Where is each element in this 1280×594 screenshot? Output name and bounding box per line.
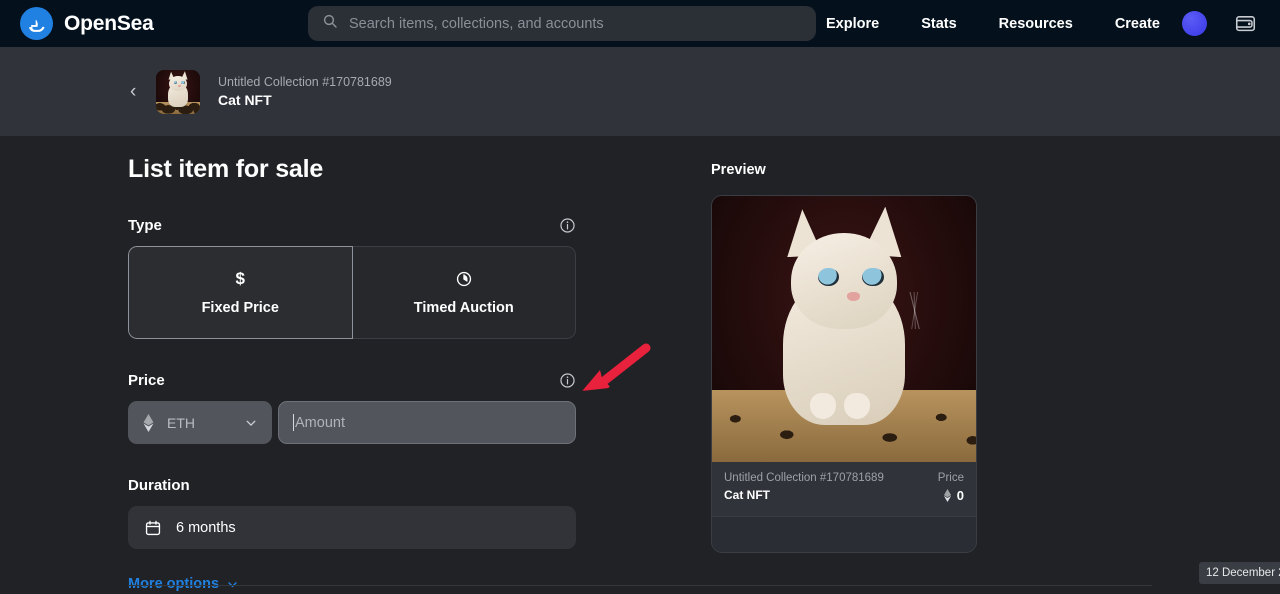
dollar-icon: $ (236, 270, 245, 289)
section-divider (128, 585, 1152, 586)
type-option-timed-auction-label: Timed Auction (414, 300, 514, 316)
currency-value: ETH (167, 415, 232, 431)
info-icon[interactable] (559, 217, 576, 234)
clock-icon (455, 270, 473, 289)
more-options-toggle[interactable]: More options (128, 576, 239, 592)
nav-link-create[interactable]: Create (1115, 16, 1160, 32)
ethereum-icon (142, 414, 155, 432)
preview-card-collection: Untitled Collection #170781689 (724, 472, 884, 484)
preview-card-body: Untitled Collection #170781689 Cat NFT P… (712, 462, 976, 516)
type-option-fixed-price-label: Fixed Price (202, 300, 279, 316)
brand-logo-link[interactable]: OpenSea (20, 7, 154, 40)
calendar-icon (144, 519, 162, 537)
preview-card-name: Cat NFT (724, 488, 884, 502)
duration-value: 6 months (176, 520, 236, 536)
price-label: Price (128, 372, 165, 389)
nav-link-stats[interactable]: Stats (921, 16, 956, 32)
nav-link-explore[interactable]: Explore (826, 16, 879, 32)
chevron-down-icon (226, 578, 239, 591)
currency-selector[interactable]: ETH (128, 401, 272, 444)
preview-card-footer (712, 516, 976, 552)
preview-card-price-label: Price (938, 472, 964, 484)
brand-name: OpenSea (64, 12, 154, 36)
nav-links: Explore Stats Resources Create (826, 0, 1160, 47)
info-icon[interactable] (559, 372, 576, 389)
type-label: Type (128, 217, 162, 234)
duration-field-header: Duration (128, 477, 576, 494)
price-field-header: Price (128, 372, 576, 389)
type-selector: $ Fixed Price Timed Auction (128, 246, 576, 339)
text-caret (293, 414, 294, 431)
chevron-left-icon[interactable]: ‹ (130, 82, 148, 101)
breadcrumb-collection[interactable]: Untitled Collection #170781689 (218, 75, 392, 89)
amount-input[interactable]: Amount (278, 401, 576, 444)
type-option-timed-auction[interactable]: Timed Auction (353, 246, 577, 339)
breadcrumb: ‹ Untitled Collection #170781689 Cat NFT (0, 47, 1280, 136)
red-arrow-icon (570, 340, 660, 406)
preview-card-price-value: 0 (957, 488, 964, 503)
wallet-icon[interactable] (1233, 11, 1258, 36)
chevron-down-icon (244, 416, 258, 430)
cat-nft-image (712, 196, 976, 462)
search-input[interactable]: Search items, collections, and accounts (308, 6, 816, 41)
preview-card[interactable]: Untitled Collection #170781689 Cat NFT P… (711, 195, 977, 553)
type-option-fixed-price[interactable]: $ Fixed Price (128, 246, 353, 339)
type-field-header: Type (128, 217, 576, 234)
duration-label: Duration (128, 477, 190, 494)
nav-link-resources[interactable]: Resources (999, 16, 1073, 32)
opensea-ship-icon (20, 7, 53, 40)
ethereum-icon (943, 489, 952, 502)
price-row: ETH Amount (128, 401, 576, 444)
avatar[interactable] (1182, 11, 1207, 36)
duration-selector[interactable]: 6 months (128, 506, 576, 549)
date-tooltip: 12 December 20 (1199, 562, 1280, 584)
more-options-label: More options (128, 576, 219, 592)
list-item-form: List item for sale Type $ Fixed Price (128, 155, 576, 593)
preview-card-price-value-wrap: 0 (943, 488, 964, 503)
opensea-list-item-page: OpenSea Search items, collections, and a… (0, 0, 1280, 594)
breadcrumb-title: Cat NFT (218, 92, 392, 108)
amount-placeholder: Amount (295, 415, 345, 431)
preview-panel: Preview Untitled Collection #170781689 (711, 162, 977, 553)
preview-label: Preview (711, 162, 977, 178)
top-navigation-bar: OpenSea Search items, collections, and a… (0, 0, 1280, 47)
search-icon (322, 13, 338, 34)
page-title: List item for sale (128, 155, 576, 184)
search-placeholder: Search items, collections, and accounts (349, 16, 604, 32)
nft-thumbnail[interactable] (156, 70, 200, 114)
